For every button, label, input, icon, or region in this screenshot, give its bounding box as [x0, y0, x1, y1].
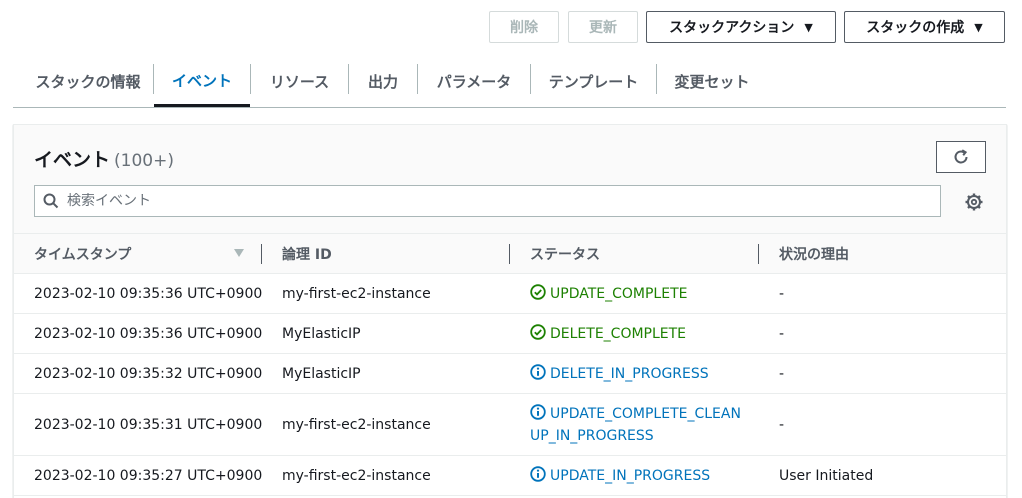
status-badge: DELETE_COMPLETE — [530, 323, 686, 345]
stack-actions-bar: 削除 更新 スタックアクション ▼ スタックの作成 ▼ — [0, 11, 1022, 43]
info-circle-icon — [530, 465, 546, 482]
cell-timestamp: 2023-02-10 09:35:36 UTC+0900 — [34, 285, 263, 302]
caret-down-icon: ▼ — [804, 20, 813, 34]
status-text: UPDATE_COMPLETE_CLEAN — [550, 405, 741, 422]
page-title: イベント (100+) — [34, 145, 174, 172]
column-header-logical-id: 論理 ID — [282, 247, 332, 263]
events-title: イベント — [34, 149, 111, 171]
cell-status: UPDATE_COMPLETE_CLEAN UP_IN_PROGRESS — [530, 394, 741, 455]
status-text: UPDATE_COMPLETE — [550, 285, 688, 302]
status-badge: UPDATE_IN_PROGRESS — [530, 465, 710, 487]
update-button[interactable]: 更新 — [568, 11, 638, 43]
table-row: 2023-02-10 09:35:27 UTC+0900 my-first-ec… — [14, 456, 1006, 496]
table-row: 2023-02-10 09:35:36 UTC+0900 my-first-ec… — [14, 274, 1006, 314]
search-box — [34, 185, 941, 217]
status-badge: UPDATE_COMPLETE — [530, 283, 687, 305]
cell-logical-id: MyElasticIP — [282, 365, 361, 382]
status-text: DELETE_COMPLETE — [550, 325, 687, 342]
delete-button[interactable]: 削除 — [489, 11, 559, 43]
cell-logical-id: my-first-ec2-instance — [282, 285, 431, 302]
table-row: 2023-02-10 09:35:36 UTC+0900 MyElasticIP… — [14, 314, 1006, 354]
column-divider[interactable] — [261, 244, 262, 264]
cell-timestamp: 2023-02-10 09:35:27 UTC+0900 — [34, 467, 263, 484]
table-row: 2023-02-10 09:35:32 UTC+0900 MyElasticIP… — [14, 354, 1006, 394]
cell-logical-id: MyElasticIP — [282, 325, 361, 342]
stack-tabs: スタックの情報 イベント リソース 出力 パラメータ テンプレート 変更セット — [13, 56, 1006, 108]
cell-logical-id: my-first-ec2-instance — [282, 467, 431, 484]
sort-descending-icon[interactable] — [234, 249, 244, 257]
refresh-icon — [954, 149, 968, 164]
refresh-button[interactable] — [936, 141, 986, 173]
caret-down-icon: ▼ — [974, 20, 983, 34]
cell-reason: - — [779, 285, 785, 302]
search-icon — [35, 186, 67, 216]
cell-reason: - — [779, 416, 785, 433]
check-circle-icon — [530, 283, 546, 300]
events-panel: イベント (100+) 検索イベント タイムスタンプ 論理 ID ステータス 状… — [13, 124, 1007, 498]
gear-icon[interactable] — [964, 192, 984, 212]
column-header-reason: 状況の理由 — [779, 247, 849, 263]
cell-reason: User Initiated — [779, 467, 874, 484]
tab-parameters[interactable]: パラメータ — [418, 56, 530, 107]
info-circle-icon — [530, 403, 546, 420]
create-stack-dropdown[interactable]: スタックの作成 ▼ — [844, 11, 1005, 43]
events-count: (100+) — [114, 151, 174, 171]
search-input[interactable] — [67, 193, 927, 209]
tab-change-sets[interactable]: 変更セット — [657, 56, 767, 107]
status-text: DELETE_IN_PROGRESS — [550, 365, 709, 382]
status-text: UPDATE_IN_PROGRESS — [550, 467, 711, 484]
table-header: タイムスタンプ 論理 ID ステータス 状況の理由 — [14, 234, 1006, 274]
table-row: 2023-02-10 09:35:31 UTC+0900 my-first-ec… — [14, 394, 1006, 456]
cell-timestamp: 2023-02-10 09:35:31 UTC+0900 — [34, 416, 263, 433]
cell-status: UPDATE_COMPLETE — [530, 274, 687, 313]
status-badge: UPDATE_COMPLETE_CLEAN UP_IN_PROGRESS — [530, 403, 741, 447]
check-circle-icon — [530, 323, 546, 340]
status-badge: DELETE_IN_PROGRESS — [530, 363, 709, 385]
cell-logical-id: my-first-ec2-instance — [282, 416, 431, 433]
create-stack-label: スタックの作成 — [866, 20, 965, 36]
tab-events[interactable]: イベント — [154, 56, 250, 107]
column-divider[interactable] — [509, 244, 510, 264]
cell-timestamp: 2023-02-10 09:35:36 UTC+0900 — [34, 325, 263, 342]
column-header-timestamp[interactable]: タイムスタンプ — [34, 234, 131, 274]
status-text-continued: UP_IN_PROGRESS — [530, 427, 654, 444]
cell-reason: - — [779, 325, 785, 342]
cell-status: UPDATE_IN_PROGRESS — [530, 456, 710, 495]
column-divider[interactable] — [758, 244, 759, 264]
panel-header: イベント (100+) — [14, 125, 1006, 234]
cell-status: DELETE_IN_PROGRESS — [530, 354, 709, 393]
stack-actions-dropdown[interactable]: スタックアクション ▼ — [646, 11, 836, 43]
tab-stack-info[interactable]: スタックの情報 — [23, 56, 153, 107]
cell-timestamp: 2023-02-10 09:35:32 UTC+0900 — [34, 365, 263, 382]
cell-reason: - — [779, 365, 785, 382]
info-circle-icon — [530, 363, 546, 380]
tab-outputs[interactable]: 出力 — [349, 56, 417, 107]
tab-resources[interactable]: リソース — [251, 56, 348, 107]
column-header-status: ステータス — [530, 247, 600, 263]
cell-status: DELETE_COMPLETE — [530, 314, 686, 353]
tab-template[interactable]: テンプレート — [531, 56, 656, 107]
stack-actions-label: スタックアクション — [669, 20, 795, 36]
